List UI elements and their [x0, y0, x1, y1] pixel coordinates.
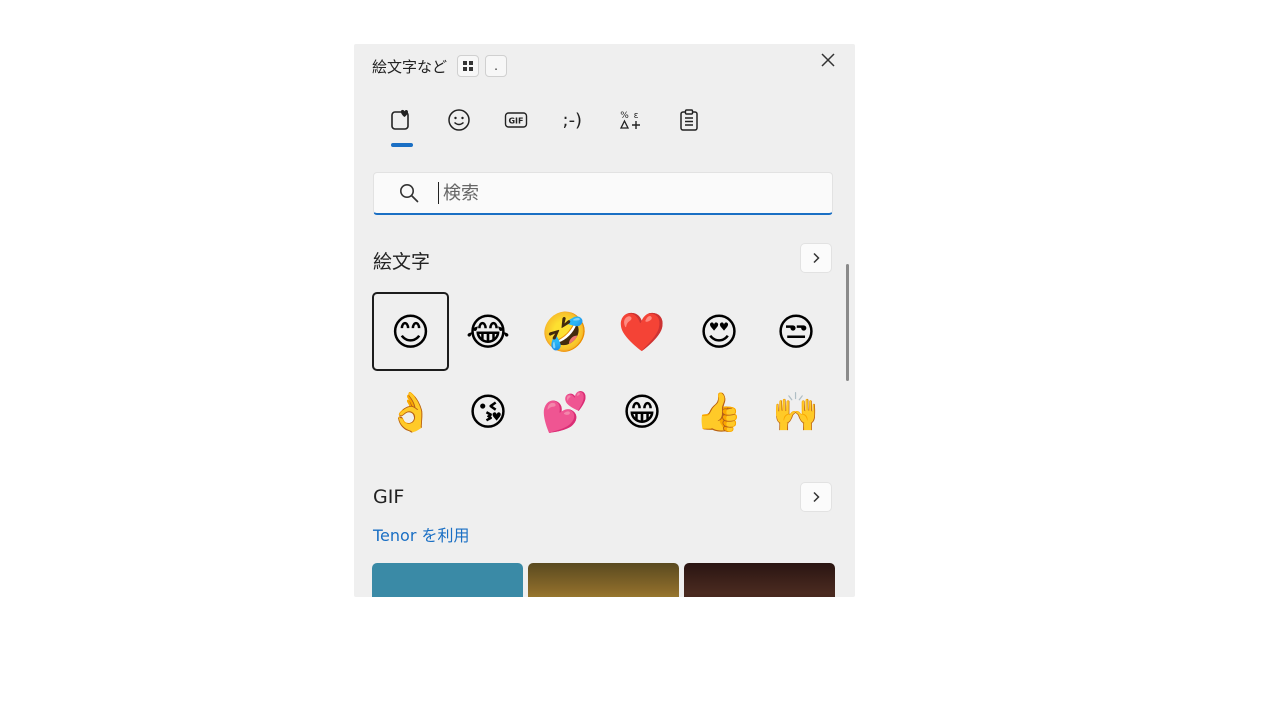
gif-thumbnail[interactable]	[528, 563, 679, 597]
active-tab-indicator	[391, 143, 413, 147]
chevron-right-icon	[813, 252, 820, 264]
tab-emoji[interactable]	[432, 100, 490, 140]
chevron-right-icon	[813, 491, 820, 503]
text-caret	[438, 182, 439, 204]
search-box[interactable]	[373, 172, 833, 215]
emoji-item[interactable]: 💕	[526, 372, 604, 452]
grid-view-button[interactable]	[457, 55, 480, 77]
gif-more-button[interactable]	[800, 482, 832, 512]
tenor-link[interactable]: Tenor を利用	[373, 522, 470, 546]
gif-section-title: GIF	[373, 486, 405, 508]
scrollbar-thumb[interactable]	[846, 264, 849, 381]
search-input[interactable]	[441, 181, 805, 205]
gif-icon: GIF	[504, 112, 528, 128]
grid-icon	[463, 61, 474, 71]
emoji-more-button[interactable]	[800, 243, 832, 273]
gif-thumbnail[interactable]	[372, 563, 523, 597]
emoji-item[interactable]: 😘	[449, 372, 527, 452]
emoji-item[interactable]: 😍	[680, 292, 758, 372]
tab-kaomoji[interactable]: ;-)	[547, 100, 605, 140]
emoji-item[interactable]: 👍	[680, 372, 758, 452]
kaomoji-tab-label: ;-)	[562, 109, 583, 131]
category-tabs: GIF ;-) % ε	[374, 100, 719, 148]
tab-symbols[interactable]: % ε	[604, 100, 662, 140]
symbols-icon: % ε	[619, 111, 640, 129]
search-icon	[398, 182, 420, 204]
recent-heart-icon	[391, 109, 409, 130]
close-icon	[821, 53, 835, 67]
svg-text:GIF: GIF	[508, 117, 523, 126]
emoji-panel: 絵文字など . GIF ;-) % ε 検索 絵文字 😊 😂 🤣 ❤️ 😍 😒 …	[354, 44, 855, 597]
emoji-item[interactable]: 😊	[372, 292, 449, 371]
emoji-item[interactable]: 🤣	[526, 292, 604, 372]
emoji-grid: 😊 😂 🤣 ❤️ 😍 😒 👌 😘 💕 😁 👍 🙌	[372, 292, 834, 452]
tab-recent[interactable]	[374, 100, 432, 147]
emoji-item[interactable]: 🙌	[757, 372, 835, 452]
tab-gif[interactable]: GIF	[489, 100, 547, 140]
clipboard-icon	[679, 109, 698, 131]
tab-clipboard[interactable]	[662, 100, 720, 140]
dot-button-label: .	[494, 59, 498, 73]
panel-title: 絵文字など	[372, 57, 448, 76]
svg-text:%: %	[620, 111, 629, 121]
emoji-item[interactable]: 😒	[757, 292, 835, 372]
emoji-section-title: 絵文字	[373, 251, 431, 273]
smiley-icon	[447, 109, 470, 131]
emoji-item[interactable]: 😁	[603, 372, 681, 452]
title-bar: 絵文字など .	[372, 54, 508, 78]
svg-text:ε: ε	[634, 111, 639, 121]
emoji-item[interactable]: ❤️	[603, 292, 681, 372]
close-button[interactable]	[817, 49, 839, 71]
emoji-item[interactable]: 👌	[372, 372, 450, 452]
dot-button[interactable]: .	[485, 55, 508, 77]
gif-thumbnails	[372, 563, 835, 597]
emoji-item[interactable]: 😂	[449, 292, 527, 372]
gif-thumbnail[interactable]	[684, 563, 835, 597]
